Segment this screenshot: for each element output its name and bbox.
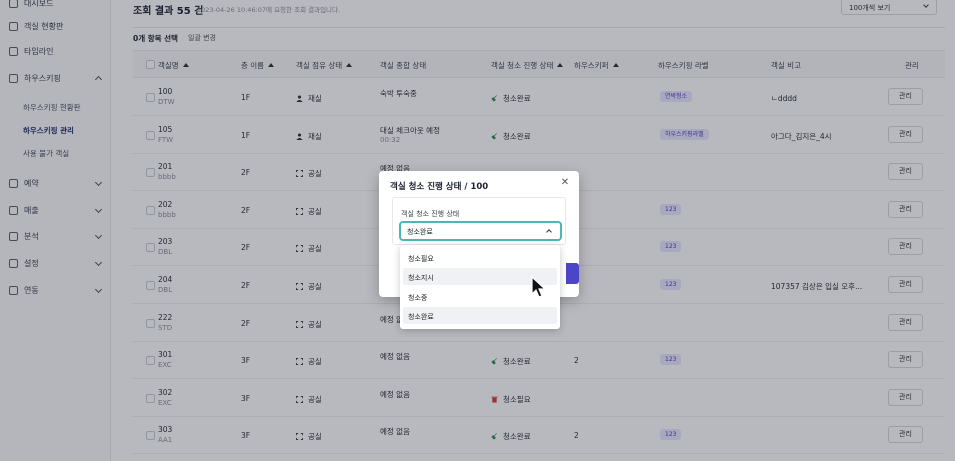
field-label: 객실 청소 진행 상태 xyxy=(401,210,460,218)
option-clean-done[interactable]: 청소완료 xyxy=(403,307,557,324)
modal-title: 객실 청소 진행 상태 / 100 xyxy=(390,182,489,192)
chevron-up-icon xyxy=(546,229,552,235)
option-clean-needed[interactable]: 청소필요 xyxy=(403,249,557,266)
close-icon[interactable]: ✕ xyxy=(559,177,571,189)
confirm-button[interactable] xyxy=(566,263,579,284)
mouse-cursor-icon xyxy=(531,276,547,298)
clean-status-field: 객실 청소 진행 상태 청소완료 xyxy=(392,197,566,245)
clean-status-select[interactable]: 청소완료 xyxy=(399,221,562,241)
